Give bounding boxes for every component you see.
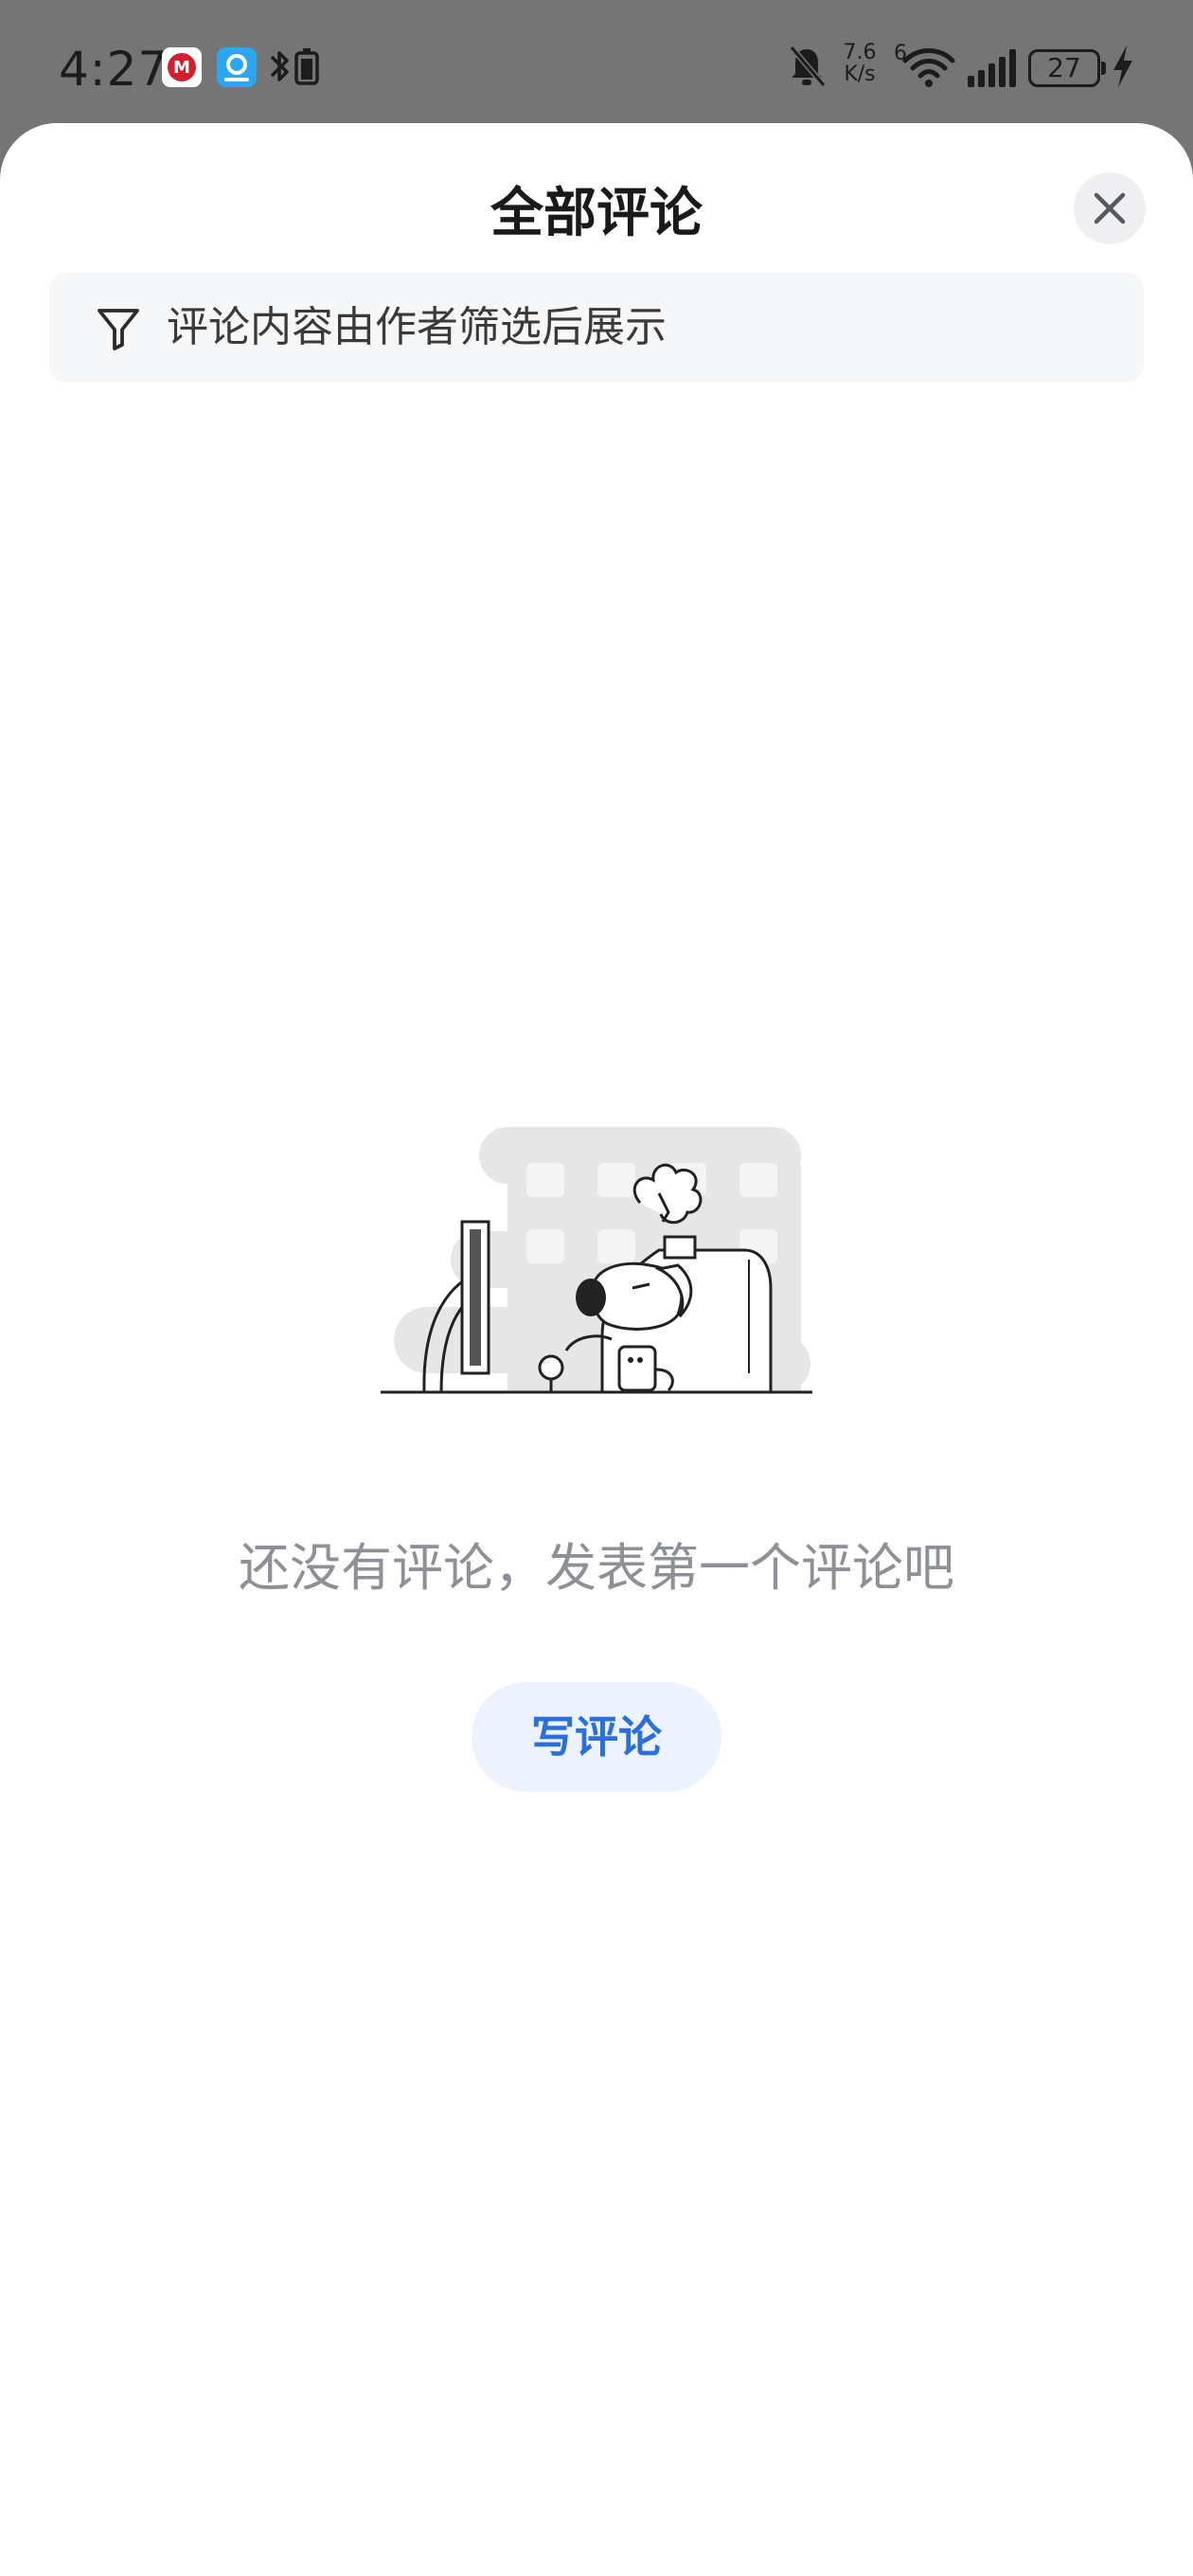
filter-icon	[98, 309, 139, 350]
notice-bar: 评论内容由作者筛选后展示	[49, 273, 1144, 383]
cmb-app-icon: M	[162, 47, 202, 87]
comments-sheet: 全部评论 评论内容由作者筛选后展示 还没有评论，发表第一个评论吧 写评论	[0, 123, 1193, 2576]
close-icon	[1094, 192, 1126, 224]
empty-state-message: 还没有评论，发表第一个评论吧	[239, 1538, 954, 1598]
signal-icon	[968, 49, 1016, 87]
sheet-title: 全部评论	[490, 183, 703, 244]
mute-icon	[789, 45, 827, 87]
bluetooth-icon	[268, 47, 325, 87]
network-speed: 7.6 K/s	[839, 42, 881, 85]
status-time: 4:27	[59, 42, 169, 97]
network-speed-value: 7.6	[843, 41, 877, 64]
wifi-icon	[902, 48, 955, 87]
dog-at-computer-illustration	[381, 1127, 812, 1394]
map-app-icon	[217, 47, 257, 87]
write-comment-button[interactable]: 写评论	[472, 1682, 721, 1792]
notice-text: 评论内容由作者筛选后展示	[167, 303, 667, 351]
charging-icon	[1113, 45, 1132, 87]
battery-icon: 27	[1028, 49, 1106, 87]
battery-level: 27	[1047, 52, 1081, 83]
close-button[interactable]	[1074, 172, 1146, 244]
network-speed-unit: K/s	[844, 63, 876, 86]
status-bar: 4:27 M 7.6 K/s 6 27	[0, 0, 1193, 123]
